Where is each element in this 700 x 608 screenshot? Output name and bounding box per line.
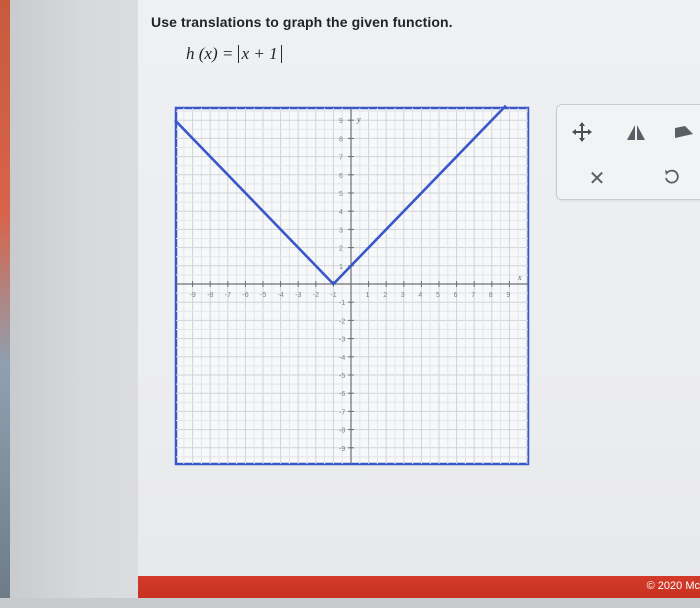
undo-icon[interactable] xyxy=(657,165,687,191)
graph-canvas[interactable]: x y -9 -8 -7 -6 -5 -4 -3 -2 -1 1 2 3 4 5 6 7 8 9 9 8 7 6 5 4 3 2 1 -1… xyxy=(170,102,534,470)
move-arrows-icon[interactable] xyxy=(567,119,597,145)
x-tick-label: 2 xyxy=(383,292,387,299)
y-tick-label: 7 xyxy=(339,155,343,162)
x-axis-label: x xyxy=(517,273,522,282)
y-tick-label: -7 xyxy=(339,409,345,416)
y-tick-label: -2 xyxy=(339,318,345,325)
x-tick-label: -9 xyxy=(190,292,196,299)
x-tick-label: -5 xyxy=(260,292,266,299)
y-tick-label: 1 xyxy=(339,264,343,271)
x-tick-label: 5 xyxy=(436,292,440,299)
y-tick-label: -9 xyxy=(339,446,345,453)
y-tick-label: -6 xyxy=(339,391,345,398)
y-tick-label: -3 xyxy=(339,337,345,344)
abs-content: x + 1 xyxy=(241,44,278,63)
y-tick-label: 8 xyxy=(339,136,343,143)
x-tick-label: 1 xyxy=(366,292,370,299)
y-tick-label: -1 xyxy=(339,300,345,307)
y-tick-label: -5 xyxy=(339,373,345,380)
y-tick-label: 5 xyxy=(339,191,343,198)
x-tick-label: -1 xyxy=(330,292,336,299)
y-tick-label: -8 xyxy=(339,428,345,435)
bottom-strip xyxy=(0,598,700,608)
partial-tool-icon[interactable] xyxy=(673,119,699,145)
graph-panel[interactable]: x y -9 -8 -7 -6 -5 -4 -3 -2 -1 1 2 3 4 5 6 7 8 9 9 8 7 6 5 4 3 2 1 -1… xyxy=(170,102,534,470)
background-strip xyxy=(0,0,10,608)
y-tick-label: 9 xyxy=(339,118,343,125)
close-icon[interactable]: ✕ xyxy=(582,165,612,191)
x-tick-label: -3 xyxy=(295,292,301,299)
y-tick-label: 4 xyxy=(339,209,343,216)
x-tick-label: -2 xyxy=(313,292,319,299)
question-text: Use translations to graph the given func… xyxy=(151,14,453,30)
x-tick-label: -7 xyxy=(225,292,231,299)
absolute-value-expression: x + 1 xyxy=(237,44,282,63)
y-tick-label: 6 xyxy=(339,173,343,180)
y-axis-label: y xyxy=(356,115,361,124)
function-lhs: h (x) = xyxy=(186,44,238,63)
function-expression: h (x) = x + 1 xyxy=(186,44,282,64)
left-margin xyxy=(10,0,138,608)
y-tick-label: 3 xyxy=(339,227,343,234)
shape-tool-icon[interactable] xyxy=(621,119,651,145)
x-tick-label: -6 xyxy=(242,292,248,299)
x-tick-label: -4 xyxy=(278,292,284,299)
graph-toolbox: ✕ xyxy=(556,104,700,200)
y-tick-label: 2 xyxy=(339,246,343,253)
y-tick-label: -4 xyxy=(339,355,345,362)
footer-bar: © 2020 Mc xyxy=(138,576,700,598)
x-tick-label: 8 xyxy=(489,292,493,299)
graph-frame xyxy=(174,106,530,466)
x-tick-label: 9 xyxy=(506,292,510,299)
x-tick-label: 7 xyxy=(471,292,475,299)
x-tick-label: -8 xyxy=(207,292,213,299)
x-tick-label: 6 xyxy=(454,292,458,299)
x-tick-label: 4 xyxy=(418,292,422,299)
x-tick-label: 3 xyxy=(401,292,405,299)
copyright-text: © 2020 Mc xyxy=(646,580,700,592)
